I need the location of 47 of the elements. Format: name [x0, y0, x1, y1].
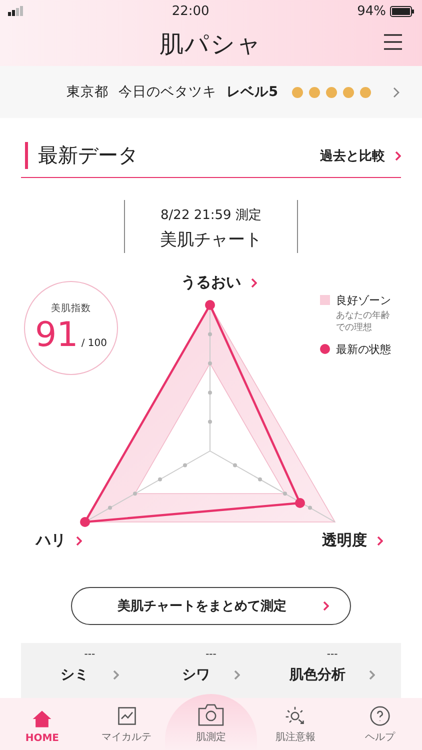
measure-date: 8/22 21:59 測定	[160, 207, 262, 224]
compare-link[interactable]: 過去と比較	[320, 146, 401, 164]
legend-note: あなたの年齢での理想	[336, 310, 391, 334]
zone-swatch	[320, 295, 330, 305]
score-value: 91	[35, 314, 78, 354]
chart-icon	[116, 705, 138, 727]
score-label: 美肌指数	[51, 302, 91, 314]
chevron-icon	[377, 536, 383, 546]
app-logo: 肌パシャ	[160, 29, 262, 60]
chevron-icon	[322, 601, 328, 611]
stickiness-label: 今日のベタツキ	[118, 83, 217, 101]
menu-icon[interactable]	[384, 34, 402, 50]
section-title: 最新データ	[25, 142, 138, 169]
signal-icon	[8, 6, 24, 16]
sun-icon	[284, 705, 306, 727]
chevron-icon	[76, 536, 82, 546]
chevron-icon[interactable]	[393, 86, 400, 98]
chevron-icon	[395, 150, 401, 160]
tab-item[interactable]: HOME	[0, 698, 84, 750]
legend-label: 最新の状態	[336, 342, 391, 358]
chevron-icon	[234, 670, 240, 680]
axis-label[interactable]: 透明度	[322, 531, 383, 550]
chart-title: 美肌チャート	[160, 229, 262, 251]
region-label: 東京都	[66, 83, 109, 101]
axis-label[interactable]: ハリ	[36, 531, 82, 550]
battery-percent: 94%	[357, 4, 386, 18]
chevron-icon	[369, 670, 376, 680]
data-point	[295, 498, 305, 508]
score-max: / 100	[81, 338, 107, 348]
measure-all-button[interactable]: 美肌チャートをまとめて測定	[71, 587, 351, 625]
battery-icon	[390, 6, 414, 16]
legend-label: 良好ゾーン	[336, 293, 392, 308]
chevron-icon	[112, 670, 119, 680]
data-point	[205, 300, 215, 310]
home-icon	[31, 708, 54, 730]
chevron-icon	[251, 278, 257, 288]
axis-label[interactable]: うるおい	[181, 273, 257, 292]
help-icon	[368, 705, 391, 727]
status-time: 22:00	[172, 4, 210, 18]
status-dot	[320, 344, 330, 354]
tab-item[interactable]: ヘルプ	[338, 698, 422, 750]
result-card[interactable]: --- 肌色分析	[272, 649, 393, 684]
level-label: レベル5	[226, 83, 278, 101]
camera-icon	[196, 703, 225, 727]
data-point	[80, 517, 90, 527]
result-card[interactable]: --- シワ	[150, 649, 272, 684]
result-card[interactable]: --- シミ	[29, 649, 150, 684]
